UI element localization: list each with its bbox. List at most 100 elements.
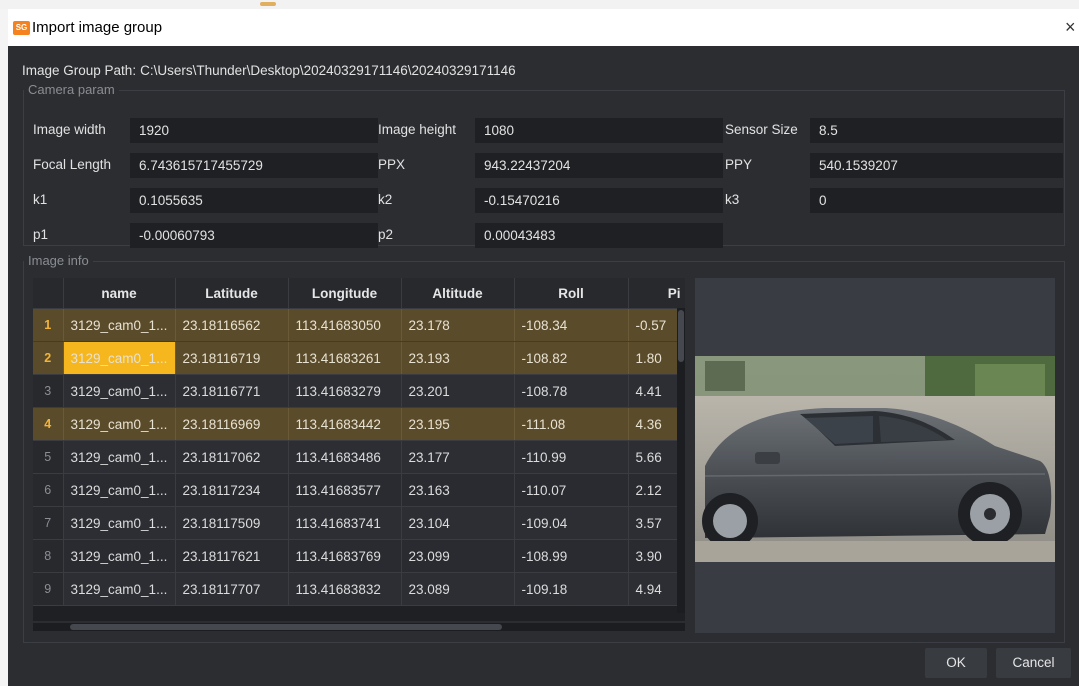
image-group-path-label: Image Group Path: bbox=[22, 63, 137, 78]
cell-roll[interactable]: -108.34 bbox=[514, 308, 629, 342]
cell-latitude[interactable]: 23.18116562 bbox=[175, 308, 289, 342]
cell-altitude[interactable]: 23.089 bbox=[401, 572, 515, 606]
row-index[interactable]: 3 bbox=[33, 374, 64, 408]
row-index[interactable]: 5 bbox=[33, 440, 64, 474]
ok-button[interactable]: OK bbox=[925, 648, 987, 678]
table-row[interactable]: 6 3129_cam0_1... 23.18117234 113.41683577 23… bbox=[33, 473, 685, 507]
table-row[interactable]: 2 3129_cam0_1... 23.18116719 113.41683261 23… bbox=[33, 341, 685, 375]
table-row[interactable]: 3 3129_cam0_1... 23.18116771 113.41683279 23… bbox=[33, 374, 685, 408]
cell-latitude[interactable]: 23.18117234 bbox=[175, 473, 289, 507]
cell-name[interactable]: 3129_cam0_1... bbox=[63, 572, 176, 606]
column-header-name[interactable]: name bbox=[63, 278, 176, 309]
k3-field[interactable]: 0 bbox=[810, 188, 1063, 213]
image-group-path-value: C:\Users\Thunder\Desktop\20240329171146\… bbox=[140, 63, 516, 78]
cell-altitude[interactable]: 23.177 bbox=[401, 440, 515, 474]
cell-latitude[interactable]: 23.18116969 bbox=[175, 407, 289, 441]
close-icon[interactable]: × bbox=[1065, 16, 1079, 38]
cancel-button[interactable]: Cancel bbox=[996, 648, 1071, 678]
table-horizontal-scrollbar[interactable] bbox=[33, 623, 685, 631]
image-table-grid: name Latitude Longitude Altitude Roll Pi… bbox=[33, 278, 685, 606]
ppy-field[interactable]: 540.1539207 bbox=[810, 153, 1063, 178]
cell-name[interactable]: 3129_cam0_1... bbox=[63, 407, 176, 441]
image-width-field[interactable]: 1920 bbox=[130, 118, 378, 143]
image-table[interactable]: name Latitude Longitude Altitude Roll Pi… bbox=[33, 278, 685, 621]
cell-longitude[interactable]: 113.41683486 bbox=[288, 440, 402, 474]
ppx-field[interactable]: 943.22437204 bbox=[475, 153, 723, 178]
table-row[interactable]: 1 3129_cam0_1... 23.18116562 113.41683050 23… bbox=[33, 308, 685, 342]
cell-altitude[interactable]: 23.195 bbox=[401, 407, 515, 441]
cell-longitude[interactable]: 113.41683832 bbox=[288, 572, 402, 606]
cell-name[interactable]: 3129_cam0_1... bbox=[63, 506, 176, 540]
table-row[interactable]: 4 3129_cam0_1... 23.18116969 113.41683442 23… bbox=[33, 407, 685, 441]
cell-latitude[interactable]: 23.18117509 bbox=[175, 506, 289, 540]
cell-roll[interactable]: -109.04 bbox=[514, 506, 629, 540]
table-body: 1 3129_cam0_1... 23.18116562 113.41683050 23… bbox=[33, 308, 685, 606]
cell-longitude[interactable]: 113.41683741 bbox=[288, 506, 402, 540]
window-title: Import image group bbox=[32, 19, 163, 36]
cell-name[interactable]: 3129_cam0_1... bbox=[63, 374, 176, 408]
cell-altitude[interactable]: 23.163 bbox=[401, 473, 515, 507]
p2-field[interactable]: 0.00043483 bbox=[475, 223, 723, 248]
cell-longitude[interactable]: 113.41683050 bbox=[288, 308, 402, 342]
vertical-scroll-thumb[interactable] bbox=[678, 310, 684, 362]
focal-length-field[interactable]: 6.743615717455729 bbox=[130, 153, 378, 178]
image-height-field[interactable]: 1080 bbox=[475, 118, 723, 143]
cell-latitude[interactable]: 23.18116771 bbox=[175, 374, 289, 408]
row-index[interactable]: 4 bbox=[33, 407, 64, 441]
table-row[interactable]: 5 3129_cam0_1... 23.18117062 113.41683486 23… bbox=[33, 440, 685, 474]
k1-field[interactable]: 0.1055635 bbox=[130, 188, 378, 213]
k2-label: k2 bbox=[378, 192, 393, 207]
table-row[interactable]: 9 3129_cam0_1... 23.18117707 113.41683832 23… bbox=[33, 572, 685, 606]
image-info-legend: Image info bbox=[28, 253, 89, 268]
cell-altitude[interactable]: 23.193 bbox=[401, 341, 515, 375]
cell-name[interactable]: 3129_cam0_1... bbox=[63, 539, 176, 573]
table-row[interactable]: 8 3129_cam0_1... 23.18117621 113.41683769 23… bbox=[33, 539, 685, 573]
cell-longitude[interactable]: 113.41683442 bbox=[288, 407, 402, 441]
row-index[interactable]: 1 bbox=[33, 308, 64, 342]
column-header-longitude[interactable]: Longitude bbox=[288, 278, 402, 309]
row-index[interactable]: 9 bbox=[33, 572, 64, 606]
cell-name[interactable]: 3129_cam0_1... bbox=[63, 440, 176, 474]
column-header-altitude[interactable]: Altitude bbox=[401, 278, 515, 309]
cell-longitude[interactable]: 113.41683769 bbox=[288, 539, 402, 573]
cell-name[interactable]: 3129_cam0_1... bbox=[63, 341, 176, 375]
cell-latitude[interactable]: 23.18116719 bbox=[175, 341, 289, 375]
horizontal-scroll-thumb[interactable] bbox=[70, 624, 502, 630]
cell-roll[interactable]: -110.99 bbox=[514, 440, 629, 474]
cell-altitude[interactable]: 23.104 bbox=[401, 506, 515, 540]
table-vertical-scrollbar[interactable] bbox=[677, 308, 685, 613]
cell-longitude[interactable]: 113.41683577 bbox=[288, 473, 402, 507]
row-index[interactable]: 6 bbox=[33, 473, 64, 507]
cell-roll[interactable]: -110.07 bbox=[514, 473, 629, 507]
cell-altitude[interactable]: 23.099 bbox=[401, 539, 515, 573]
cell-altitude[interactable]: 23.178 bbox=[401, 308, 515, 342]
corner-header[interactable] bbox=[33, 278, 64, 309]
k2-field[interactable]: -0.15470216 bbox=[475, 188, 723, 213]
row-index[interactable]: 8 bbox=[33, 539, 64, 573]
row-index[interactable]: 2 bbox=[33, 341, 64, 375]
column-header-roll[interactable]: Roll bbox=[514, 278, 629, 309]
p1-field[interactable]: -0.00060793 bbox=[130, 223, 378, 248]
cell-altitude[interactable]: 23.201 bbox=[401, 374, 515, 408]
car-photo-preview bbox=[695, 356, 1055, 562]
cell-name[interactable]: 3129_cam0_1... bbox=[63, 473, 176, 507]
cell-longitude[interactable]: 113.41683279 bbox=[288, 374, 402, 408]
cell-latitude[interactable]: 23.18117062 bbox=[175, 440, 289, 474]
cell-latitude[interactable]: 23.18117707 bbox=[175, 572, 289, 606]
table-row[interactable]: 7 3129_cam0_1... 23.18117509 113.41683741 23… bbox=[33, 506, 685, 540]
cell-latitude[interactable]: 23.18117621 bbox=[175, 539, 289, 573]
cell-roll[interactable]: -111.08 bbox=[514, 407, 629, 441]
cell-roll[interactable]: -109.18 bbox=[514, 572, 629, 606]
column-header-latitude[interactable]: Latitude bbox=[175, 278, 289, 309]
cell-roll[interactable]: -108.99 bbox=[514, 539, 629, 573]
background-page-strip bbox=[0, 0, 1079, 9]
focal-length-label: Focal Length bbox=[33, 157, 112, 172]
p2-label: p2 bbox=[378, 227, 394, 242]
cell-roll[interactable]: -108.78 bbox=[514, 374, 629, 408]
cell-name[interactable]: 3129_cam0_1... bbox=[63, 308, 176, 342]
sensor-size-field[interactable]: 8.5 bbox=[810, 118, 1063, 143]
row-index[interactable]: 7 bbox=[33, 506, 64, 540]
cell-longitude[interactable]: 113.41683261 bbox=[288, 341, 402, 375]
column-header-pitch[interactable]: Pi bbox=[628, 278, 685, 309]
cell-roll[interactable]: -108.82 bbox=[514, 341, 629, 375]
